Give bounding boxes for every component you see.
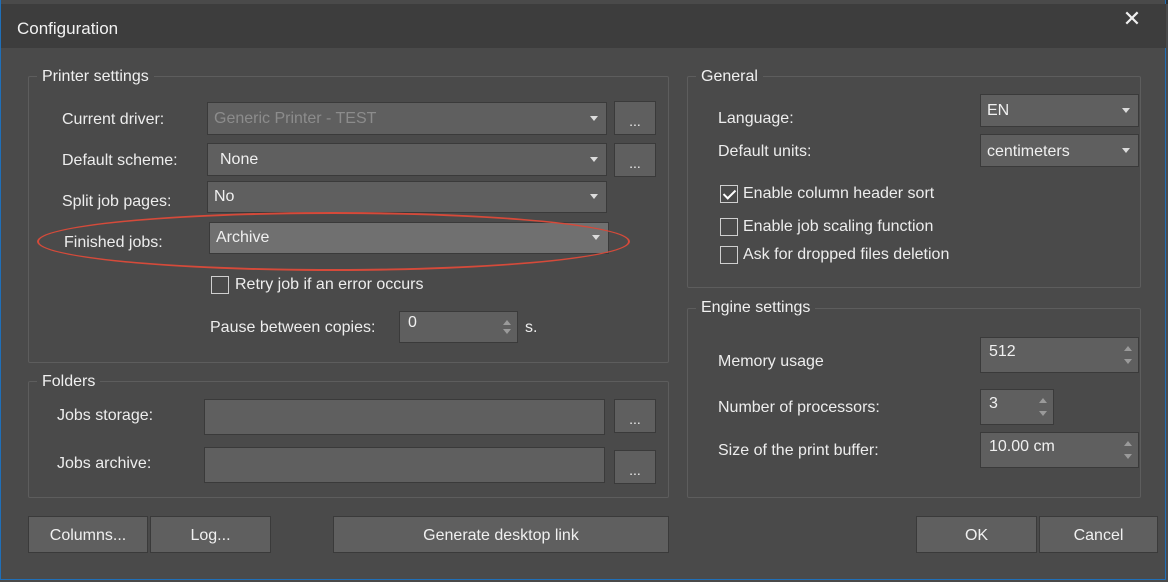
general-title: General [696,68,763,86]
generate-desktop-link-button[interactable]: Generate desktop link [333,516,669,553]
split-job-pages-label: Split job pages: [62,193,172,210]
spin-up-icon[interactable] [1124,441,1132,446]
highlight-ellipse [37,212,630,271]
current-driver-label: Current driver: [62,111,165,128]
memory-usage-spinner[interactable]: 512 [980,337,1139,373]
enable-job-scaling-label[interactable]: Enable job scaling function [743,218,933,236]
spin-down-icon[interactable] [1124,454,1132,459]
jobs-storage-input[interactable] [204,399,605,435]
cancel-button[interactable]: Cancel [1039,516,1158,553]
chevron-down-icon [1122,147,1130,153]
number-of-processors-label: Number of processors: [718,399,880,416]
printer-settings-title: Printer settings [37,68,154,86]
spin-down-icon[interactable] [1039,411,1047,416]
jobs-storage-browse-button[interactable]: ... [614,399,656,433]
spin-up-icon[interactable] [1124,346,1132,351]
enable-job-scaling-checkbox[interactable] [720,218,738,236]
spin-down-icon[interactable] [1124,359,1132,364]
number-of-processors-spinner[interactable]: 3 [980,389,1054,425]
default-scheme-browse-button[interactable]: ... [614,143,656,177]
retry-job-checkbox[interactable] [211,276,229,294]
print-buffer-spinner[interactable]: 10.00 cm [980,432,1139,468]
chevron-down-icon [590,194,598,199]
memory-usage-label: Memory usage [718,353,824,370]
pause-between-copies-label: Pause between copies: [210,319,376,336]
jobs-archive-browse-button[interactable]: ... [614,450,656,484]
chevron-down-icon [590,115,598,121]
default-scheme-select[interactable]: None [207,143,607,176]
spin-up-icon[interactable] [503,320,511,325]
folders-title: Folders [37,373,101,391]
ask-dropped-files-deletion-label[interactable]: Ask for dropped files deletion [743,246,949,264]
close-icon[interactable]: ✕ [1119,6,1145,32]
log-button[interactable]: Log... [150,516,271,553]
enable-column-header-sort-checkbox[interactable] [720,185,738,203]
enable-column-header-sort-label[interactable]: Enable column header sort [743,185,934,203]
pause-between-copies-spinner[interactable]: 0 [399,311,518,343]
engine-settings-title: Engine settings [696,299,816,317]
current-driver-browse-button[interactable]: ... [614,101,656,135]
dialog-title: Configuration [17,19,119,38]
columns-button[interactable]: Columns... [28,516,148,553]
jobs-archive-label: Jobs archive: [57,455,152,472]
jobs-storage-label: Jobs storage: [57,407,154,424]
chevron-down-icon [1122,107,1130,113]
default-units-label: Default units: [718,143,812,160]
ok-button[interactable]: OK [916,516,1037,553]
retry-job-label[interactable]: Retry job if an error occurs [235,276,424,294]
split-job-pages-select[interactable]: No [207,181,607,213]
title-bar [1,4,1166,48]
spin-down-icon[interactable] [503,329,511,334]
spin-up-icon[interactable] [1039,398,1047,403]
language-select[interactable]: EN [980,94,1139,127]
pause-unit-label: s. [525,319,538,336]
language-label: Language: [718,110,794,127]
chevron-down-icon [590,156,598,162]
print-buffer-label: Size of the print buffer: [718,442,879,459]
default-scheme-label: Default scheme: [62,152,178,169]
default-units-select[interactable]: centimeters [980,134,1139,167]
jobs-archive-input[interactable] [204,447,605,483]
current-driver-select[interactable]: Generic Printer - TEST [207,102,607,135]
ask-dropped-files-deletion-checkbox[interactable] [720,246,738,264]
